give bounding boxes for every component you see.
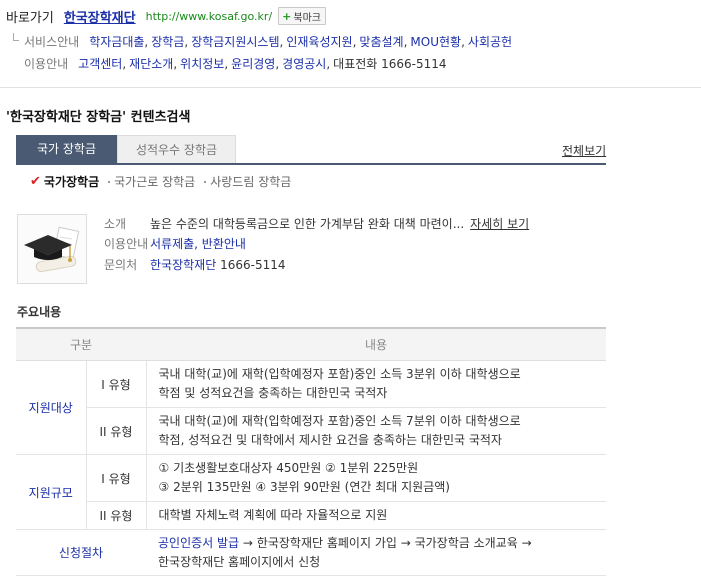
table-row: 지원규모 I 유형 ① 기초생활보호대상자 450만원 ② 1분위 225만원 ③… (16, 454, 606, 530)
table-cell: 공인인증서 발급 → 한국장학재단 홈페이지 가입 → 국가장학금 소개교육 →… (146, 529, 606, 576)
contact-key: 문의처 (104, 258, 138, 272)
contact-link[interactable]: 한국장학재단 (150, 256, 216, 273)
service-link-loan[interactable]: 학자금대출 (89, 33, 144, 50)
subtab-love-dream[interactable]: 사랑드림 장학금 (204, 173, 291, 190)
services-row: 서비스안내 학자금대출, 장학금, 장학금지원시스템, 인재육성지원, 맞춤설계… (13, 33, 512, 50)
subtab-list: ✔ 국가장학금 국가근로 장학금 사랑드림 장학금 (30, 173, 291, 190)
intro-key: 소개 (104, 217, 127, 231)
bullet-icon (108, 180, 111, 183)
table-row: 신청절차 공인인증서 발급 → 한국장학재단 홈페이지 가입 → 국가장학금 소… (16, 529, 606, 576)
bullet-icon (204, 180, 207, 183)
intro-value: 높은 수준의 대학등록금으로 인한 가계부담 완화 대책 마련이... (150, 217, 465, 231)
shortcut-label: 바로가기 (6, 10, 54, 26)
service-link-scholarship[interactable]: 장학금 (151, 33, 184, 50)
type-label: I 유형 (85, 454, 147, 502)
main-content-heading: 주요내용 (17, 305, 62, 319)
site-url-link[interactable]: http://www.kosaf.go.kr/ (146, 10, 273, 23)
elbow-icon (13, 33, 19, 41)
service-link-custom[interactable]: 맞춤설계 (359, 33, 403, 50)
site-name-link[interactable]: 한국장학재단 (64, 7, 136, 26)
service-link-social[interactable]: 사회공헌 (468, 33, 512, 50)
service-link-talent[interactable]: 인재육성지원 (286, 33, 352, 50)
table-cell: 국내 대학(교)에 재학(입학예정자 포함)중인 소득 3분위 이하 대학생으로… (146, 360, 606, 408)
usage-link-disclosure[interactable]: 경영공시 (282, 55, 326, 72)
row-label-scale: 지원규모 (16, 454, 86, 530)
type-label: I 유형 (85, 360, 147, 408)
cert-link[interactable]: 공인인증서 발급 (158, 536, 239, 550)
info-intro: 소개 높은 수준의 대학등록금으로 인한 가계부담 완화 대책 마련이... 자… (104, 215, 529, 232)
usage-label: 이용안내 (24, 57, 69, 71)
contact-phone: 1666-5114 (220, 257, 286, 272)
usage-link-about[interactable]: 재단소개 (129, 55, 173, 72)
header-row: 바로가기 한국장학재단 http://www.kosaf.go.kr/ + 북마크 (6, 6, 326, 26)
services-label: 서비스안내 (24, 35, 80, 49)
table-row: 지원대상 I 유형 국내 대학(교)에 재학(입학예정자 포함)중인 소득 3분… (16, 360, 606, 455)
table-cell: 국내 대학(교)에 재학(입학예정자 포함)중인 소득 7분위 이하 대학생으로… (146, 407, 606, 455)
tab-national-scholarship[interactable]: 국가 장학금 (16, 135, 117, 163)
bookmark-button[interactable]: + 북마크 (278, 7, 326, 25)
bookmark-label: 북마크 (293, 12, 321, 24)
col-category: 구분 (16, 327, 146, 361)
service-link-mou[interactable]: MOU현황 (410, 33, 461, 50)
table-cell: 대학별 자체노력 계획에 따라 자율적으로 지원 (146, 501, 606, 530)
tab-merit-scholarship[interactable]: 성적우수 장학금 (117, 135, 236, 163)
type-label: II 유형 (85, 501, 147, 530)
service-link-system[interactable]: 장학금지원시스템 (191, 33, 279, 50)
subtab-national[interactable]: ✔ 국가장학금 (30, 173, 99, 190)
plus-icon: + (282, 9, 292, 23)
content-table: 구분 내용 지원대상 I 유형 국내 대학(교)에 재학(입학예정자 포함)중인… (16, 327, 606, 576)
info-contact: 문의처 한국장학재단 1666-5114 (104, 256, 286, 273)
check-icon: ✔ (30, 174, 41, 189)
table-row: II 유형 국내 대학(교)에 재학(입학예정자 포함)중인 소득 7분위 이하… (16, 407, 606, 455)
tab-bar: 국가 장학금 성적우수 장학금 (16, 135, 606, 165)
usage-link-support[interactable]: 고객센터 (78, 55, 122, 72)
usage-links[interactable]: 서류제출, 반환안내 (150, 235, 246, 252)
section-title: '한국장학재단 장학금' 컨텐츠검색 (6, 110, 191, 125)
row-label-process: 신청절차 (16, 529, 146, 576)
usage-link-ethics[interactable]: 윤리경영 (231, 55, 275, 72)
subtab-work-study[interactable]: 국가근로 장학금 (108, 173, 195, 190)
table-row: II 유형 대학별 자체노력 계획에 따라 자율적으로 지원 (16, 501, 606, 530)
usage-link-location[interactable]: 위치정보 (180, 55, 224, 72)
graduation-cap-icon (17, 214, 87, 284)
detail-link[interactable]: 자세히 보기 (470, 215, 529, 232)
col-content: 내용 (146, 327, 606, 361)
info-usage: 이용안내 서류제출, 반환안내 (104, 235, 246, 252)
table-cell: ① 기초생활보호대상자 450만원 ② 1분위 225만원 ③ 2분위 135만원… (146, 454, 606, 502)
rep-phone: 대표전화 1666-5114 (333, 57, 447, 71)
usage-key: 이용안내 (104, 237, 149, 251)
view-all-link[interactable]: 전체보기 (562, 142, 606, 159)
type-label: II 유형 (85, 407, 147, 455)
usage-row: 이용안내 고객센터, 재단소개, 위치정보, 윤리경영, 경영공시, 대표전화 … (24, 55, 447, 72)
header: 바로가기 한국장학재단 http://www.kosaf.go.kr/ + 북마크… (0, 0, 701, 88)
row-label-target: 지원대상 (16, 360, 86, 455)
